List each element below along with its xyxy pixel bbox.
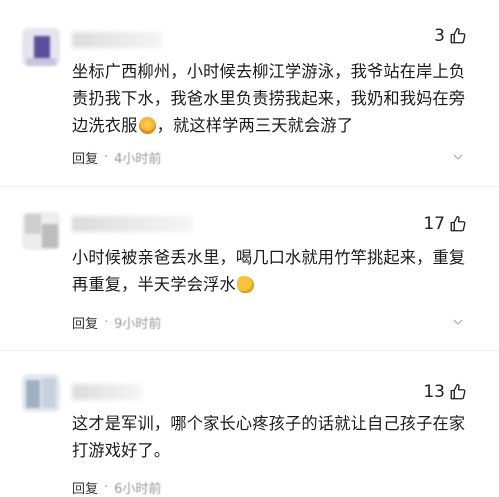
separator-dot: · bbox=[104, 150, 109, 165]
clapping-hands-emoji bbox=[236, 276, 254, 293]
avatar[interactable] bbox=[22, 374, 60, 412]
more-options-icon[interactable] bbox=[453, 152, 463, 162]
timestamp: 4小时前 bbox=[114, 152, 162, 167]
divider bbox=[0, 350, 499, 351]
username[interactable] bbox=[72, 216, 192, 232]
thumbs-up-icon bbox=[450, 27, 466, 44]
reply-button[interactable]: 回复 bbox=[72, 478, 98, 497]
crying-laughing-emoji bbox=[138, 117, 156, 134]
separator-dot: · bbox=[104, 315, 109, 330]
comment-meta: 回复 · 4小时前 bbox=[72, 148, 161, 167]
like-button[interactable]: 13 bbox=[423, 382, 467, 402]
avatar[interactable] bbox=[22, 212, 60, 250]
reply-button[interactable]: 回复 bbox=[72, 148, 98, 167]
comment-text: 这才是军训，哪个家长心疼孩子的话就让自己孩子在家打游戏好了。 bbox=[72, 414, 466, 460]
timestamp: 9小时前 bbox=[114, 317, 162, 332]
like-count: 17 bbox=[423, 214, 445, 234]
like-count: 13 bbox=[423, 382, 445, 402]
comment-meta: 回复 · 6小时前 bbox=[72, 478, 161, 497]
thumbs-up-icon bbox=[450, 215, 466, 232]
separator-dot: · bbox=[104, 480, 109, 495]
thumbs-up-icon bbox=[450, 383, 466, 400]
more-options-icon[interactable] bbox=[453, 317, 463, 327]
reply-button[interactable]: 回复 bbox=[72, 313, 98, 332]
divider bbox=[0, 186, 499, 187]
comment-text: 坐标广西柳州，小时候去柳江学游泳，我爷站在岸上负责扔我下水，我爸水里负责捞我起来… bbox=[72, 62, 466, 135]
like-button[interactable]: 17 bbox=[423, 214, 467, 234]
comment-text: 小时候被亲爸丢水里，喝几口水就用竹竿挑起来，重复再重复，半天学会浮水 bbox=[72, 248, 466, 294]
avatar[interactable] bbox=[22, 28, 60, 66]
like-button[interactable]: 3 bbox=[434, 26, 467, 46]
like-count: 3 bbox=[434, 26, 445, 46]
username[interactable] bbox=[72, 384, 142, 400]
username[interactable] bbox=[72, 32, 162, 48]
timestamp: 6小时前 bbox=[114, 482, 162, 497]
comment-meta: 回复 · 9小时前 bbox=[72, 313, 161, 332]
